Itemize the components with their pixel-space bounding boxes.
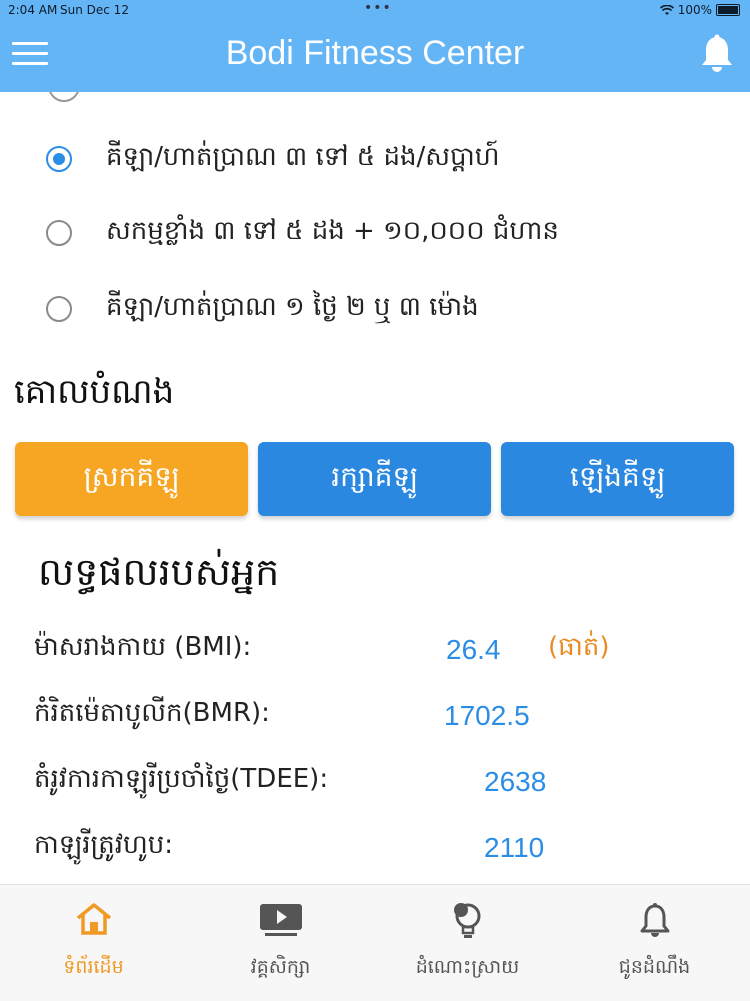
- tab-notifications[interactable]: ជូនដំណឹង: [561, 885, 748, 1001]
- status-date: Sun Dec 12: [60, 3, 129, 17]
- gain-weight-button[interactable]: ឡើងគីឡូ: [501, 442, 734, 516]
- goal-title: គោលបំណង: [14, 372, 175, 412]
- radio-checked-icon[interactable]: [46, 146, 72, 172]
- lightbulb-icon: [453, 903, 480, 938]
- tab-label: ដំណោះស្រាយ: [415, 956, 520, 978]
- activity-option-2[interactable]: សកម្មខ្លាំង ៣ ទៅ ៥ ដង + ១០,០០០ ជំហាន: [46, 214, 559, 252]
- status-time: 2:04 AM: [8, 3, 58, 17]
- result-row-bmr: កំរិតម៉េតាបូលីក(BMR): 1702.5: [34, 696, 734, 736]
- bmr-value: 1702.5: [444, 700, 530, 731]
- calories-label: កាឡូរីត្រូវហូប:: [34, 830, 174, 860]
- bmi-label: ម៉ាសរាងកាយ (BMI):: [34, 632, 252, 662]
- results-title: លទ្ធផលរបស់អ្នក: [38, 550, 280, 594]
- bmi-status-badge: (ធាត់): [548, 632, 610, 662]
- notification-button[interactable]: [700, 34, 736, 74]
- bmi-value: 26.4: [446, 634, 501, 665]
- status-bar: 2:04 AM Sun Dec 12 ••• 100%: [0, 0, 750, 20]
- wifi-icon: [659, 4, 674, 15]
- tdee-label: តំរូវការកាឡូរីប្រចាំថ្ងៃ(TDEE):: [34, 764, 329, 794]
- result-row-tdee: តំរូវការកាឡូរីប្រចាំថ្ងៃ(TDEE): 2638: [34, 762, 734, 802]
- bmr-label: កំរិតម៉េតាបូលីក(BMR):: [34, 698, 270, 728]
- status-right: 100%: [659, 3, 740, 17]
- video-icon: [259, 904, 302, 936]
- result-row-bmi: ម៉ាសរាងកាយ (BMI): 26.4 (ធាត់): [34, 630, 734, 670]
- tab-label: ជូនដំណឹង: [618, 956, 691, 978]
- activity-option-label: គីឡា/ហាត់ប្រាណ ១ ថ្ងៃ ២ ឬ ៣ ម៉ោង: [106, 292, 479, 322]
- radio-unchecked-icon[interactable]: [46, 296, 72, 322]
- tab-label: ទំព័រដើម: [63, 956, 124, 978]
- activity-option-1[interactable]: គីឡា/ហាត់ប្រាណ ៣ ទៅ ៥ ដង/សប្តាហ៍: [46, 140, 499, 178]
- calories-value: 2110: [484, 832, 545, 863]
- battery-percent: 100%: [677, 3, 712, 17]
- bottom-tab-bar: ទំព័រដើម វគ្គសិក្សា ដំណោះស្រាយ ជូនដំណឹង: [0, 884, 750, 1001]
- radio-unchecked-icon[interactable]: [46, 220, 72, 246]
- tdee-value: 2638: [484, 766, 547, 797]
- lose-weight-button[interactable]: ស្រកគីឡូ: [15, 442, 248, 516]
- result-row-calories: កាឡូរីត្រូវហូប: 2110: [34, 828, 734, 868]
- tab-home[interactable]: ទំព័រដើម: [0, 885, 187, 1001]
- home-icon: [76, 903, 111, 935]
- tab-courses[interactable]: វគ្គសិក្សា: [187, 885, 374, 1001]
- app-header: 2:04 AM Sun Dec 12 ••• 100% Bodi Fitness…: [0, 0, 750, 92]
- battery-icon: [716, 4, 740, 16]
- tab-solutions[interactable]: ដំណោះស្រាយ: [374, 885, 561, 1001]
- activity-option-label: គីឡា/ហាត់ប្រាណ ៣ ទៅ ៥ ដង/សប្តាហ៍: [106, 142, 500, 172]
- activity-option-label: សកម្មខ្លាំង ៣ ទៅ ៥ ដង + ១០,០០០ ជំហាន: [106, 216, 559, 246]
- bell-icon: [702, 34, 732, 72]
- multitask-dots-icon[interactable]: •••: [364, 0, 392, 16]
- page-title: Bodi Fitness Center: [225, 34, 525, 72]
- tab-label: វគ្គសិក្សា: [250, 956, 311, 978]
- maintain-weight-button[interactable]: រក្សាគីឡូ: [258, 442, 491, 516]
- activity-option-3[interactable]: គីឡា/ហាត់ប្រាណ ១ ថ្ងៃ ២ ឬ ៣ ម៉ោង: [46, 290, 479, 328]
- bell-icon: [640, 903, 669, 937]
